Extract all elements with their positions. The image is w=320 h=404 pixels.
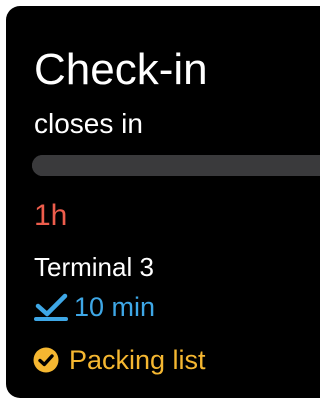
checkin-progress-fill [32,155,320,176]
time-remaining: 1h [34,199,68,232]
packing-list-button[interactable]: Packing list [32,342,206,378]
packing-list-label: Packing list [69,345,206,375]
walk-time-label: 10 min [74,292,156,322]
page-title: Check-in [34,45,208,94]
page-subtitle: closes in [34,108,143,139]
watch-screen: Check-in closes in 1h Terminal 3 10 min … [6,6,320,398]
checkmark-underline-icon [32,292,72,322]
walk-time-row: 10 min [32,290,155,324]
checkin-progress-bar [32,155,320,176]
check-circle-icon [32,346,60,374]
terminal-label: Terminal 3 [34,252,154,282]
